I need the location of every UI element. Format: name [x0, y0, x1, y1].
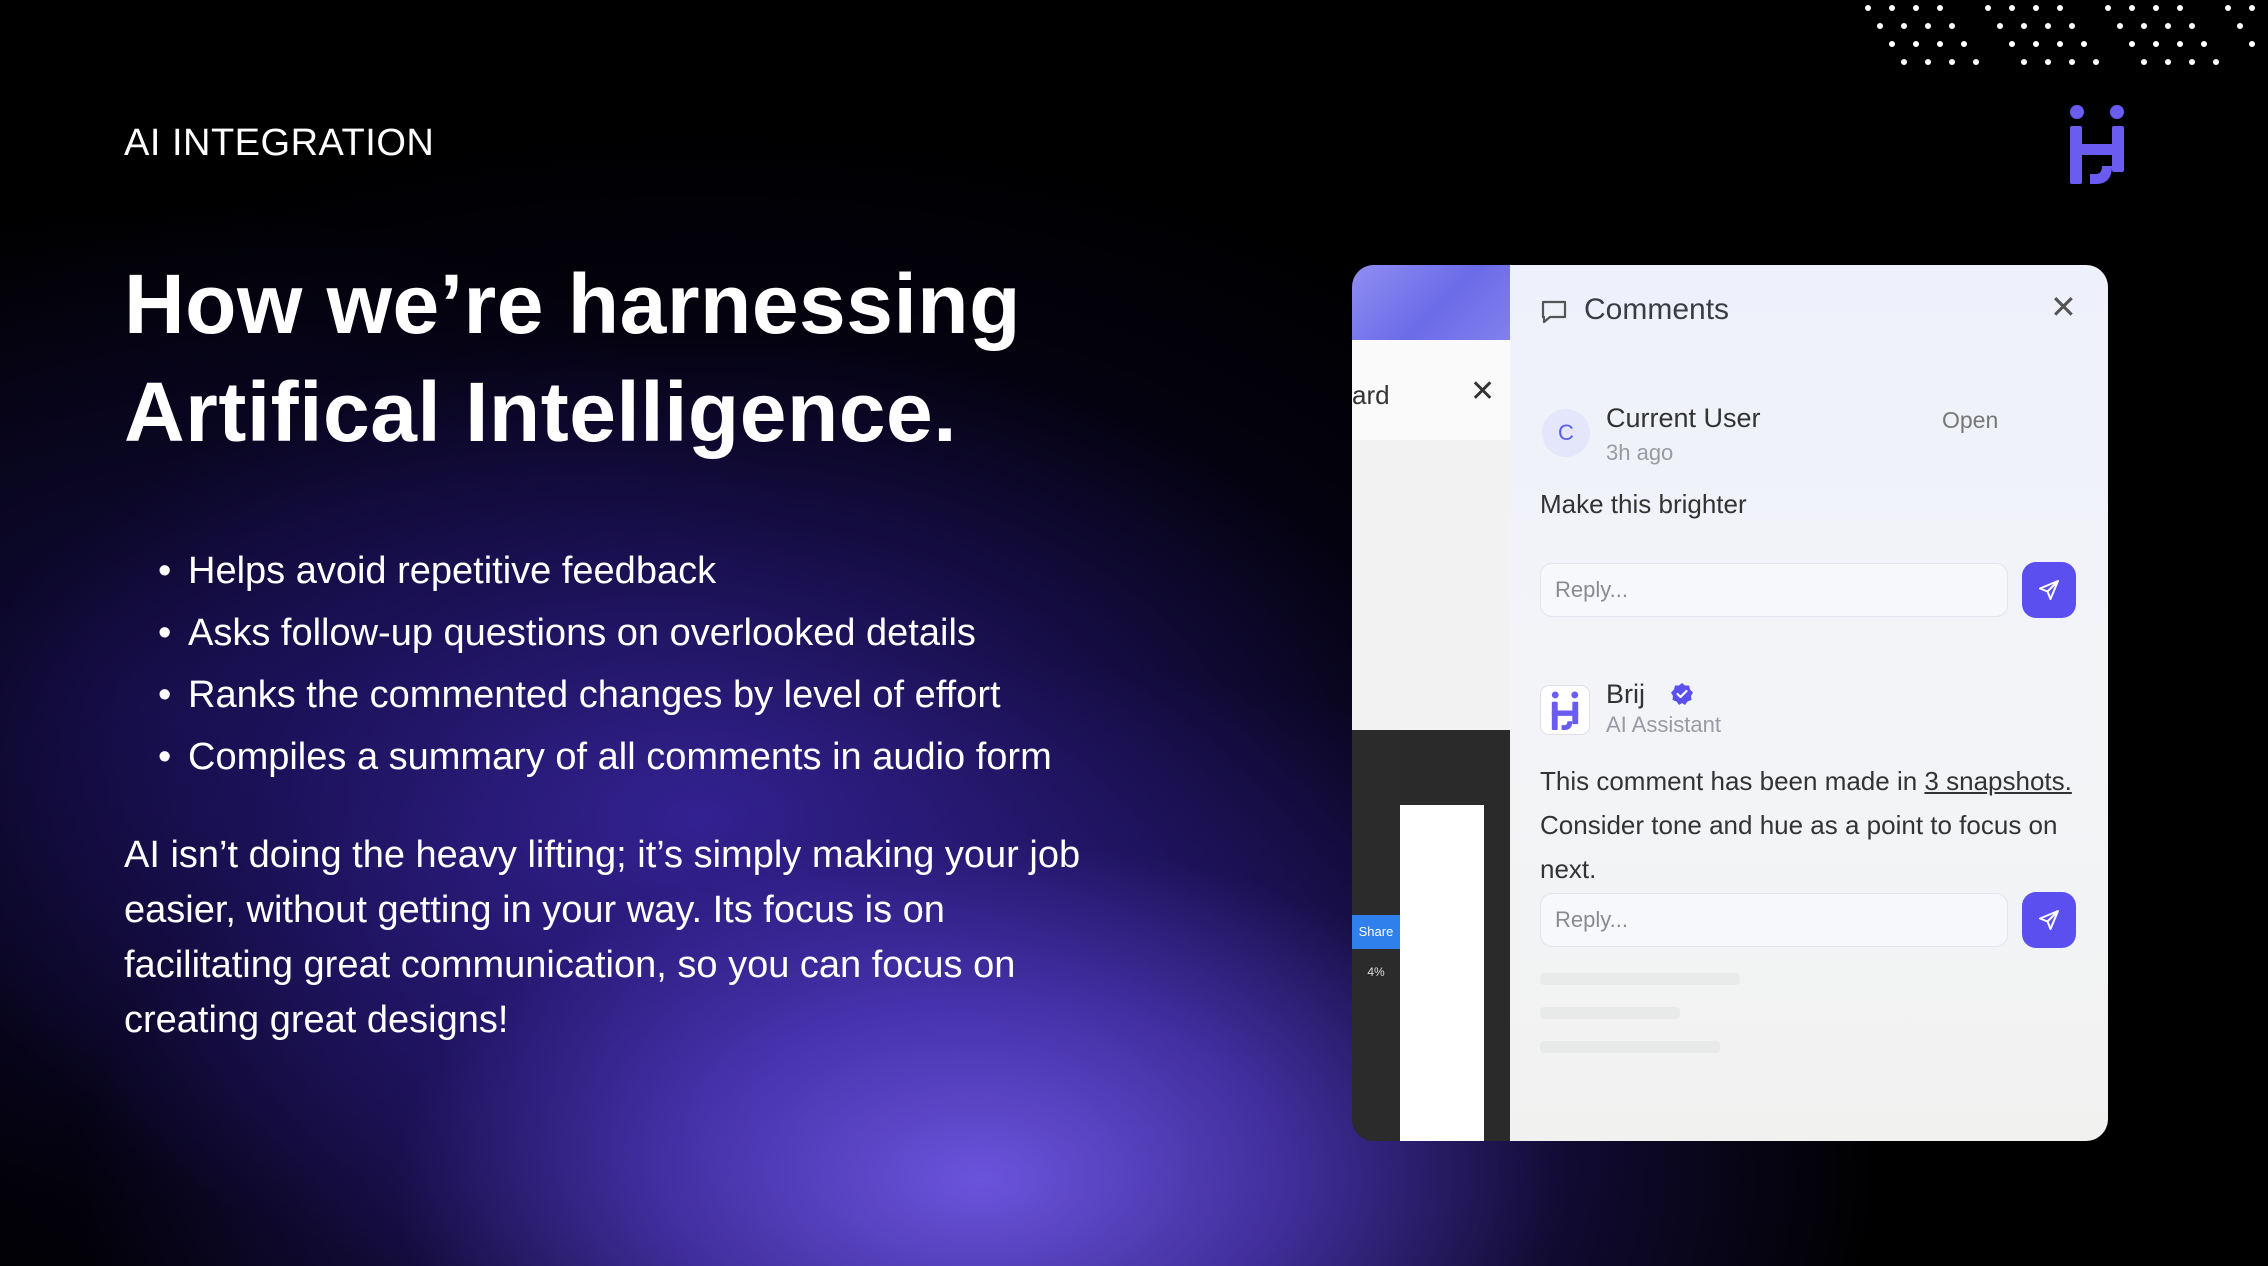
send-icon — [2039, 910, 2059, 930]
background-ghost-row — [1540, 1041, 1720, 1053]
comments-panel: Comments ✕ C Current User 3h ago Open Ma… — [1510, 265, 2108, 1141]
list-item: Helps avoid repetitive feedback — [158, 540, 1158, 602]
background-ghost-row — [1540, 1007, 1680, 1019]
reply-input[interactable] — [1540, 563, 2008, 617]
list-item: Asks follow-up questions on overlooked d… — [158, 602, 1158, 664]
snapshots-link[interactable]: 3 snapshots. — [1924, 766, 2071, 796]
reply-input[interactable] — [1540, 893, 2008, 947]
ai-role: AI Assistant — [1606, 712, 1721, 737]
list-item: Ranks the commented changes by level of … — [158, 664, 1158, 726]
headline: How we’re harnessing Artifical Intellige… — [124, 250, 1224, 466]
design-header-art — [1352, 265, 1510, 340]
brij-avatar — [1540, 685, 1590, 735]
list-item: Compiles a summary of all comments in au… — [158, 726, 1158, 788]
headline-line-2: Artifical Intelligence. — [124, 365, 958, 459]
design-tool-canvas: ard ✕ Share 4% — [1352, 265, 1510, 1141]
background-ghost-row — [1540, 973, 1740, 985]
ai-comment-text: This comment has been made in 3 snapshot… — [1540, 759, 2100, 891]
design-properties-panel — [1352, 440, 1510, 730]
app-screenshot-panel: ard ✕ Share 4% Comments ✕ C Current User… — [1352, 265, 2108, 1141]
brij-logo-icon — [1551, 691, 1579, 731]
ai-author: Brij — [1606, 679, 1645, 709]
share-button[interactable]: Share — [1352, 915, 1400, 949]
headline-line-1: How we’re harnessing — [124, 257, 1021, 351]
comment-author: Current User — [1606, 403, 1761, 433]
brij-logo-icon — [2070, 105, 2124, 184]
design-tab-label[interactable]: ard — [1352, 380, 1390, 411]
send-button[interactable] — [2022, 892, 2076, 948]
close-icon[interactable]: ✕ — [1470, 374, 1495, 409]
close-icon[interactable]: ✕ — [2050, 291, 2077, 323]
send-icon — [2039, 580, 2059, 600]
dot-pattern — [1865, 5, 2255, 65]
verified-badge-icon — [1671, 683, 1693, 705]
send-button[interactable] — [2022, 562, 2076, 618]
design-toolbar: ard ✕ — [1352, 340, 1510, 441]
zoom-level[interactable]: 4% — [1352, 965, 1400, 979]
status-badge[interactable]: Open — [1942, 407, 1998, 434]
feature-list: Helps avoid repetitive feedback Asks fol… — [158, 540, 1158, 788]
section-eyebrow: AI INTEGRATION — [124, 122, 435, 164]
comments-title: Comments — [1584, 293, 1730, 326]
ai-text-after-link: Consider tone and hue as a point to focu… — [1540, 810, 2058, 884]
comment-icon — [1541, 300, 1567, 324]
comment-text: Make this brighter — [1540, 489, 1747, 519]
ai-text-before-link: This comment has been made in — [1540, 766, 1925, 796]
comment-timestamp: 3h ago — [1606, 440, 1674, 465]
design-artboard — [1400, 805, 1484, 1141]
avatar: C — [1542, 409, 1590, 457]
description-paragraph: AI isn’t doing the heavy lifting; it’s s… — [124, 834, 1081, 1041]
